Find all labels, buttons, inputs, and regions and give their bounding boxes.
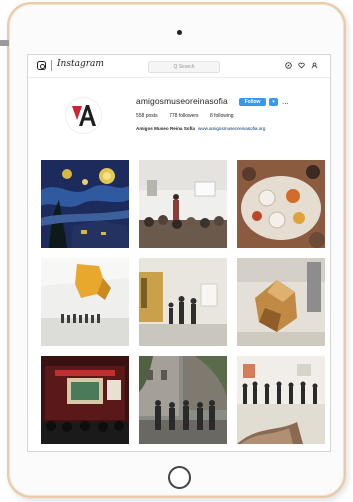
post-dinner-table-event[interactable] bbox=[237, 160, 325, 248]
tablet-screen: Instagram Q Search amigosmuseoreinasofia… bbox=[27, 54, 331, 452]
posts-grid bbox=[41, 160, 325, 448]
tablet-side-edge bbox=[0, 40, 9, 46]
bio-link[interactable]: www.amigosmuseoreinasofia.org bbox=[198, 126, 265, 131]
search-input[interactable]: Q Search bbox=[148, 61, 220, 73]
post-courtyard-group[interactable] bbox=[139, 356, 227, 444]
profile-avatar[interactable] bbox=[65, 97, 102, 134]
home-button[interactable] bbox=[168, 466, 191, 489]
post-museum-crowd[interactable] bbox=[237, 356, 325, 444]
post-folded-sculpture[interactable] bbox=[237, 258, 325, 346]
profile-bio: Amigos Museo Reina Sofía www.amigosmuseor… bbox=[136, 126, 265, 131]
instagram-logo[interactable]: Instagram bbox=[57, 59, 104, 69]
followers-count[interactable]: 778 followers bbox=[169, 113, 198, 119]
post-starry-night-painting[interactable] bbox=[41, 160, 129, 248]
user-icon[interactable] bbox=[311, 62, 318, 69]
compass-icon[interactable] bbox=[285, 62, 292, 69]
suggestions-dropdown-button[interactable]: ▾ bbox=[269, 98, 278, 106]
heart-icon[interactable] bbox=[298, 62, 305, 69]
profile-username: amigosmuseoreinasofia bbox=[136, 96, 228, 106]
posts-count: 558 posts bbox=[136, 113, 158, 119]
logo-divider bbox=[51, 60, 52, 71]
post-gallery-visitors-abstract[interactable] bbox=[139, 258, 227, 346]
profile-header: amigosmuseoreinasofia Follow ▾ ... 558 p… bbox=[28, 77, 330, 161]
profile-stats: 558 posts 778 followers 8 following bbox=[136, 113, 244, 119]
following-count[interactable]: 8 following bbox=[210, 113, 234, 119]
bio-name: Amigos Museo Reina Sofía bbox=[136, 126, 195, 131]
instagram-topbar: Instagram Q Search bbox=[28, 55, 330, 78]
post-gallery-talk-room[interactable] bbox=[139, 160, 227, 248]
follow-button[interactable]: Follow bbox=[239, 98, 266, 106]
more-options-icon[interactable]: ... bbox=[282, 97, 289, 106]
post-yellow-sculpture-hall[interactable] bbox=[41, 258, 129, 346]
instagram-camera-icon[interactable] bbox=[37, 61, 46, 70]
front-camera bbox=[177, 30, 182, 35]
post-lecture-screen[interactable] bbox=[41, 356, 129, 444]
amigos-logo-icon bbox=[72, 105, 96, 126]
